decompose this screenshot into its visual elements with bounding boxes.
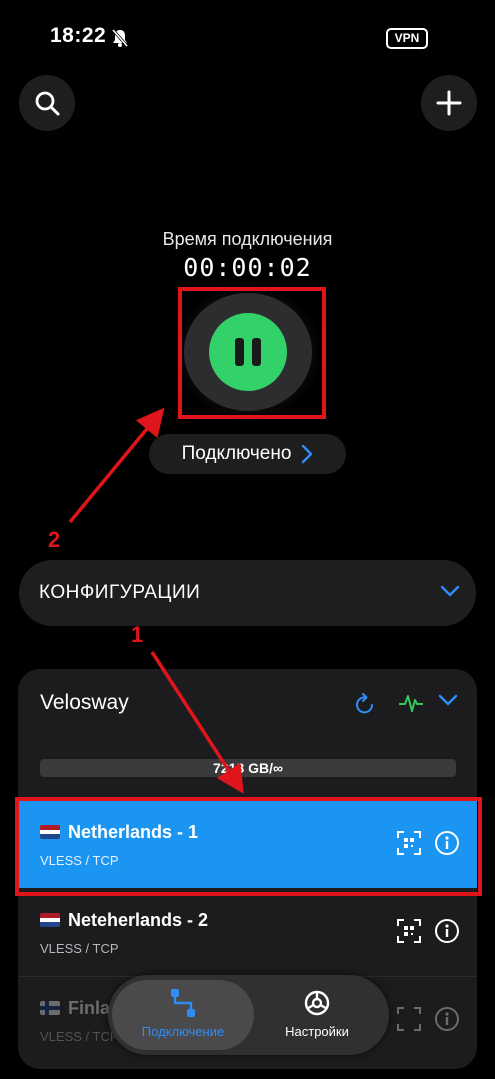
connection-status-label: Подключено <box>181 443 292 464</box>
info-icon[interactable] <box>434 918 460 944</box>
netherlands-flag-icon <box>40 913 60 927</box>
tab-settings[interactable]: Настройки <box>247 987 387 1039</box>
annotation-highlight-server <box>15 797 482 896</box>
server-protocol: VLESS / TCP <box>40 1029 119 1044</box>
qr-code-icon[interactable] <box>396 1006 422 1032</box>
chevron-down-icon[interactable] <box>438 693 458 707</box>
qr-code-icon[interactable] <box>396 918 422 944</box>
configurations-title: КОНФИГУРАЦИИ <box>39 582 201 603</box>
annotation-number-2: 2 <box>48 527 61 552</box>
group-name: Velosway <box>40 691 129 714</box>
bottom-navigation: Подключение Настройки <box>108 975 389 1055</box>
chevron-down-icon <box>440 585 460 597</box>
connection-time-label: Время подключения <box>162 229 333 249</box>
status-time: 18:22 <box>50 24 107 47</box>
finland-flag-icon <box>40 1001 60 1015</box>
annotation-highlight-button <box>178 287 326 419</box>
bell-muted-icon <box>111 29 129 47</box>
configurations-dropdown[interactable]: КОНФИГУРАЦИИ <box>19 560 476 626</box>
server-row[interactable]: Neteherlands - 2 VLESS / TCP <box>18 888 477 977</box>
server-name: Neteherlands - 2 <box>40 910 208 931</box>
tab-connection[interactable]: Подключение <box>113 987 253 1039</box>
refresh-icon[interactable] <box>354 691 376 715</box>
info-icon[interactable] <box>434 1006 460 1032</box>
connection-route-icon <box>171 989 195 1017</box>
chevron-right-icon <box>302 444 313 464</box>
ping-test-icon[interactable] <box>398 693 424 713</box>
search-button[interactable] <box>19 75 75 131</box>
traffic-usage-bar: 7218 GB/∞ <box>40 759 456 777</box>
annotation-number-1: 1 <box>131 622 144 647</box>
connection-status-button[interactable]: Подключено <box>149 434 346 474</box>
search-icon <box>35 91 60 116</box>
annotation-arrow-2 <box>68 407 165 524</box>
plus-icon <box>436 90 462 116</box>
connection-time-value: 00:00:02 <box>183 253 312 282</box>
server-protocol: VLESS / TCP <box>40 941 119 956</box>
server-name: Finla <box>40 998 110 1019</box>
gear-icon <box>304 990 330 1016</box>
tab-settings-label: Настройки <box>285 1024 349 1039</box>
tab-connection-label: Подключение <box>141 1024 225 1039</box>
add-button[interactable] <box>421 75 477 131</box>
vpn-badge: VPN <box>386 28 428 49</box>
